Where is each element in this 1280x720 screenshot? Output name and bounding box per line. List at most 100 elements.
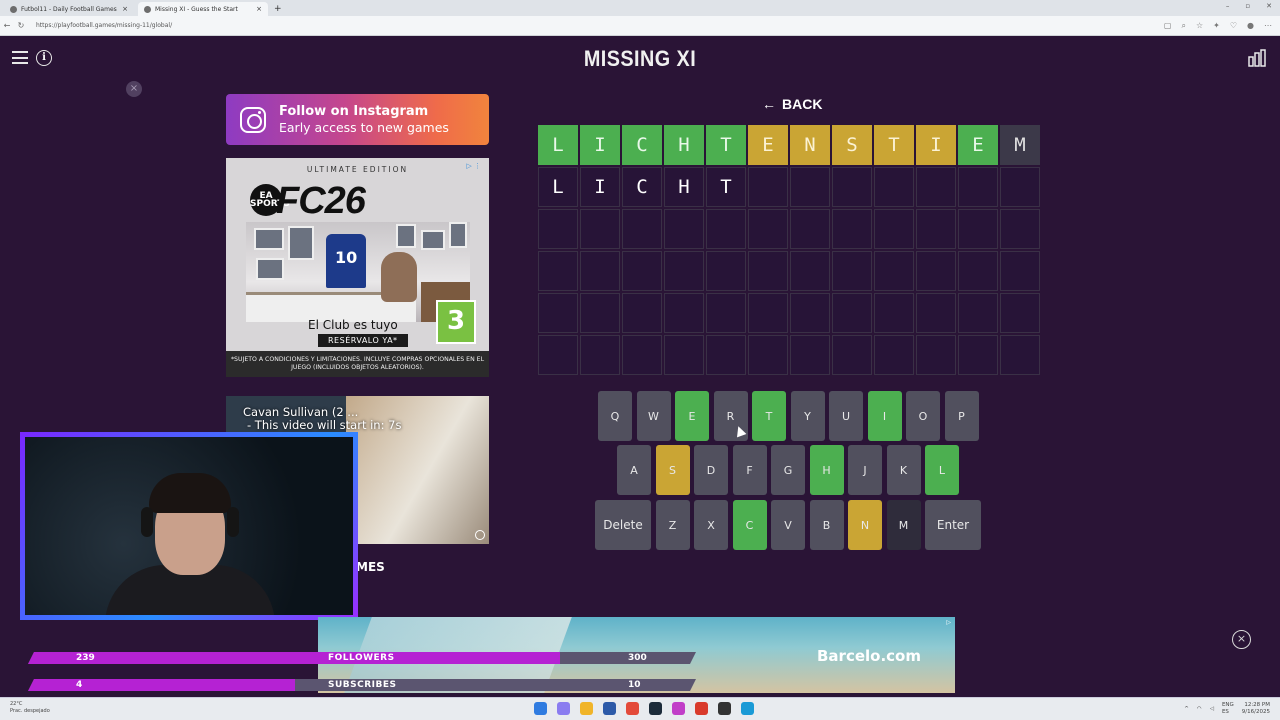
key-u[interactable]: U	[829, 391, 863, 441]
key-l[interactable]: L	[925, 445, 959, 495]
app-icon[interactable]	[695, 702, 708, 715]
board-cell	[622, 335, 662, 375]
weather-temp: 22°C	[10, 701, 23, 707]
ad-cta: RESÉRVALO YA*	[318, 334, 408, 347]
key-o[interactable]: O	[906, 391, 940, 441]
stats-icon[interactable]	[1248, 49, 1266, 67]
reload-icon[interactable]: ↻	[14, 21, 28, 30]
windows-taskbar: 22°C Prac. despejado ^ ◠ ◁ ENG ES 12:28 …	[0, 697, 1280, 720]
back-button[interactable]: ← BACK	[762, 96, 822, 112]
board-cell	[958, 209, 998, 249]
key-g[interactable]: G	[771, 445, 805, 495]
key-b[interactable]: B	[809, 500, 844, 550]
explorer-icon[interactable]	[580, 702, 593, 715]
tab-title: Futbol11 - Daily Football Games	[21, 5, 117, 13]
browser-tab-futbol11[interactable]: Futbol11 - Daily Football Games ×	[4, 2, 134, 16]
video-info-icon[interactable]	[475, 530, 485, 540]
key-z[interactable]: Z	[655, 500, 690, 550]
app-icon[interactable]	[672, 702, 685, 715]
board-cell: T	[706, 125, 746, 165]
board-cell	[958, 167, 998, 207]
weather-desc: Prac. despejado	[10, 708, 50, 714]
key-n[interactable]: N	[848, 500, 882, 550]
chevron-up-icon[interactable]: ^	[1184, 706, 1189, 713]
close-ad-icon[interactable]: ×	[1232, 630, 1251, 649]
key-delete[interactable]: Delete	[595, 500, 651, 550]
key-enter[interactable]: Enter	[925, 500, 981, 550]
board-cell: T	[874, 125, 914, 165]
search-icon[interactable]	[557, 702, 570, 715]
key-v[interactable]: V	[771, 500, 805, 550]
close-tab-icon[interactable]: ×	[122, 5, 128, 13]
key-h[interactable]: H	[809, 445, 844, 495]
extension-icon[interactable]: ▢	[1164, 21, 1172, 31]
key-s[interactable]: S	[655, 445, 690, 495]
close-icon[interactable]: ×	[126, 81, 142, 97]
board-cell	[1000, 251, 1040, 291]
key-t[interactable]: T	[752, 391, 786, 441]
volume-icon[interactable]: ◁	[1210, 706, 1214, 713]
profile-icon[interactable]: ●	[1247, 21, 1254, 31]
back-nav-icon[interactable]: ←	[0, 21, 14, 30]
board-cell	[958, 293, 998, 333]
site-header: i MISSING XI	[0, 37, 1280, 79]
fc26-advertisement[interactable]: ULTIMATE EDITION ▷ ⋮ EA SPORTS FC26 El C…	[226, 158, 489, 377]
system-tray: ^ ◠ ◁ ENG ES 12:28 PM 9/16/2025	[1184, 702, 1270, 716]
key-a[interactable]: A	[617, 445, 651, 495]
browser-tab-missing-xi[interactable]: Missing XI - Guess the Start ×	[138, 2, 268, 16]
key-d[interactable]: D	[694, 445, 728, 495]
board-cell	[538, 251, 578, 291]
app-icon[interactable]	[718, 702, 731, 715]
maximize-icon[interactable]: ▫	[1245, 2, 1250, 10]
board-cell	[916, 209, 956, 249]
minimize-icon[interactable]: –	[1226, 2, 1230, 10]
ad-choices-icon[interactable]: ▷ ⋮	[466, 162, 481, 170]
hamburger-menu-icon[interactable]	[12, 51, 28, 64]
key-f[interactable]: F	[732, 445, 767, 495]
key-x[interactable]: X	[694, 500, 728, 550]
close-window-icon[interactable]: ✕	[1266, 2, 1272, 10]
board-cell: E	[958, 125, 998, 165]
key-k[interactable]: K	[886, 445, 921, 495]
clock[interactable]: 12:28 PM 9/16/2025	[1242, 702, 1270, 716]
zoom-icon[interactable]: ⌕	[1181, 21, 1185, 31]
key-e[interactable]: E	[675, 391, 709, 441]
start-icon[interactable]	[534, 702, 547, 715]
futbol11-favicon-icon	[10, 5, 17, 13]
followers-progress-fill	[28, 652, 560, 664]
subscribes-goal: 10	[628, 680, 641, 690]
bookmark-icon[interactable]: ☆	[1196, 21, 1203, 31]
board-cell	[748, 251, 788, 291]
key-m[interactable]: M	[886, 500, 921, 550]
close-tab-icon[interactable]: ×	[256, 5, 262, 13]
edge-icon[interactable]	[741, 702, 754, 715]
guess-board: LICHTENSTIEMLICHT	[538, 125, 1040, 375]
key-p[interactable]: P	[944, 391, 979, 441]
key-w[interactable]: W	[636, 391, 671, 441]
info-icon[interactable]: i	[36, 50, 52, 66]
wifi-icon[interactable]: ◠	[1197, 706, 1202, 713]
key-c[interactable]: C	[732, 500, 767, 550]
board-cell: L	[538, 125, 578, 165]
extensions-icon[interactable]: ✦	[1213, 21, 1220, 31]
favorites-icon[interactable]: ♡	[1230, 21, 1237, 31]
url-field[interactable]: https://playfootball.games/missing-11/gl…	[36, 22, 172, 29]
subscribes-label: SUBSCRIBES	[328, 680, 397, 690]
ad-choices-icon[interactable]: ▷	[946, 619, 951, 626]
app-icon[interactable]	[603, 702, 616, 715]
key-j[interactable]: J	[848, 445, 882, 495]
taskbar-apps	[534, 702, 754, 715]
steam-icon[interactable]	[649, 702, 662, 715]
key-i[interactable]: I	[867, 391, 902, 441]
language-indicator[interactable]: ENG ES	[1222, 702, 1234, 716]
fc26-logo: FC26	[276, 180, 366, 222]
weather-widget[interactable]: 22°C Prac. despejado	[10, 701, 50, 715]
new-tab-icon[interactable]: +	[274, 2, 282, 16]
key-q[interactable]: Q	[598, 391, 632, 441]
instagram-banner[interactable]: Follow on Instagram Early access to new …	[226, 94, 489, 145]
board-cell	[706, 335, 746, 375]
board-cell: L	[538, 167, 578, 207]
chrome-icon[interactable]	[626, 702, 639, 715]
more-icon[interactable]: ⋯	[1264, 21, 1272, 31]
key-y[interactable]: Y	[790, 391, 825, 441]
